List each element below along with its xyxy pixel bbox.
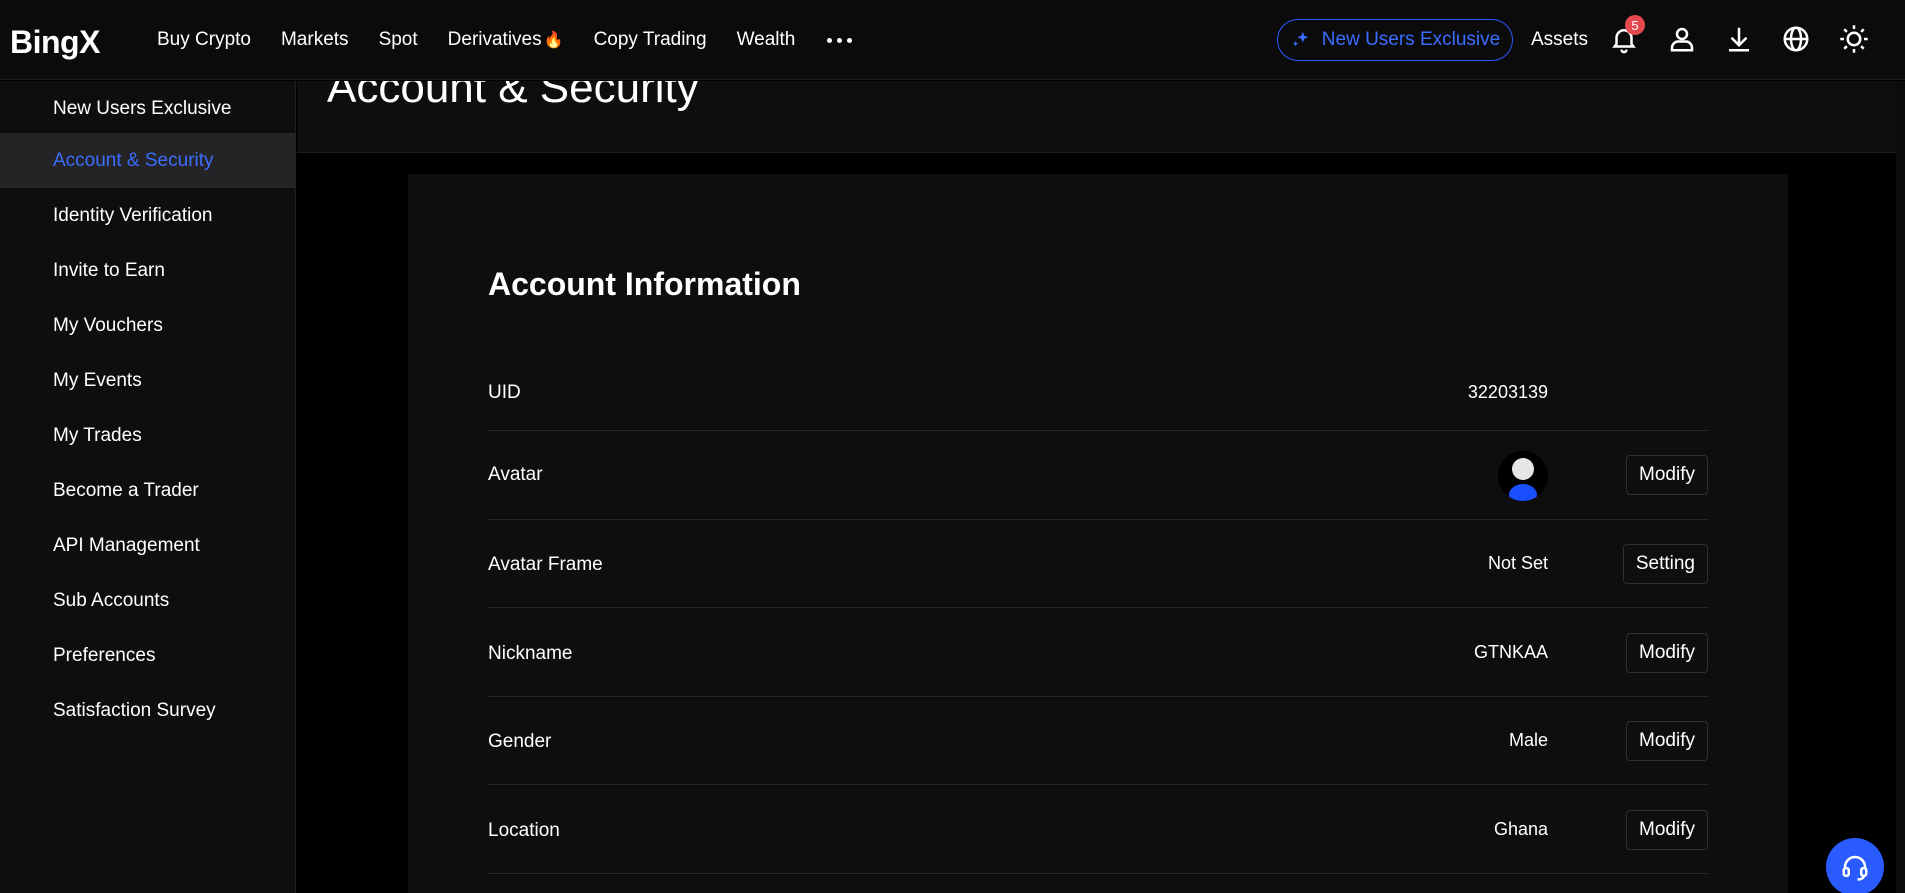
new-users-exclusive-label: New Users Exclusive — [1321, 29, 1501, 50]
nickname-modify-button[interactable]: Modify — [1626, 633, 1708, 673]
avatar-label: Avatar — [488, 464, 543, 485]
sidebar-item-my-trades[interactable]: My Trades — [0, 408, 296, 463]
user-icon[interactable] — [1667, 24, 1697, 54]
new-users-exclusive-button[interactable]: New Users Exclusive — [1277, 19, 1513, 61]
nickname-value: GTNKAA — [1473, 642, 1548, 662]
account-information-title: Account Information — [488, 266, 801, 302]
account-row-uid: UID 32203139 — [488, 350, 1708, 431]
gender-value: Male — [1508, 730, 1548, 750]
main-nav: Buy Crypto Markets Spot Derivatives 🔥 Cop… — [157, 0, 853, 80]
sidebar-item-satisfaction-survey[interactable]: Satisfaction Survey — [0, 683, 296, 738]
gender-label: Gender — [488, 731, 552, 752]
default-avatar-icon — [1498, 451, 1548, 501]
location-modify-button[interactable]: Modify — [1626, 810, 1708, 850]
avatar-frame-value: Not Set — [1487, 553, 1548, 573]
account-row-avatar-frame: Avatar Frame Not Set Setting — [488, 520, 1708, 608]
customer-support-button[interactable] — [1826, 838, 1884, 893]
theme-toggle-sun-icon[interactable] — [1839, 24, 1869, 54]
sidebar-item-new-users-exclusive[interactable]: New Users Exclusive — [0, 81, 296, 136]
uid-label: UID — [488, 382, 521, 403]
account-sidebar: New Users Exclusive Account & Security I… — [0, 81, 296, 893]
more-menu-icon[interactable] — [827, 37, 853, 43]
globe-icon[interactable] — [1781, 24, 1811, 54]
sidebar-item-api-management[interactable]: API Management — [0, 518, 296, 573]
page-scrollbar[interactable] — [1896, 81, 1905, 893]
nav-markets[interactable]: Markets — [281, 29, 349, 51]
account-row-location: Location Ghana Modify — [488, 785, 1708, 874]
account-row-avatar: Avatar Modify — [488, 431, 1708, 520]
uid-value: 32203139 — [1467, 382, 1548, 402]
location-value: Ghana — [1493, 819, 1548, 839]
flame-icon: 🔥 — [543, 32, 564, 49]
nickname-label: Nickname — [488, 643, 573, 664]
avatar — [1498, 451, 1548, 501]
bingx-logo[interactable]: BingX — [10, 24, 100, 61]
account-row-gender: Gender Male Modify — [488, 697, 1708, 785]
nav-derivatives-label: Derivatives — [447, 29, 542, 50]
nav-spot[interactable]: Spot — [379, 29, 418, 51]
sidebar-item-become-a-trader[interactable]: Become a Trader — [0, 463, 296, 518]
gender-modify-button[interactable]: Modify — [1626, 721, 1708, 761]
download-icon[interactable] — [1724, 24, 1754, 54]
location-label: Location — [488, 820, 560, 841]
nav-derivatives[interactable]: Derivatives 🔥 — [448, 29, 564, 51]
sidebar-item-identity-verification[interactable]: Identity Verification — [0, 188, 296, 243]
sidebar-item-my-vouchers[interactable]: My Vouchers — [0, 298, 296, 353]
assets-link[interactable]: Assets — [1531, 29, 1588, 51]
top-navigation-bar: BingX Buy Crypto Markets Spot Derivative… — [0, 0, 1905, 80]
avatar-modify-button[interactable]: Modify — [1626, 455, 1708, 495]
account-row-nickname: Nickname GTNKAA Modify — [488, 608, 1708, 697]
sidebar-item-sub-accounts[interactable]: Sub Accounts — [0, 573, 296, 628]
nav-buy-crypto[interactable]: Buy Crypto — [157, 29, 251, 51]
page-header: Account & Security — [297, 81, 1896, 153]
nav-copy-trading[interactable]: Copy Trading — [594, 29, 707, 51]
sidebar-item-invite-to-earn[interactable]: Invite to Earn — [0, 243, 296, 298]
sidebar-item-account-security[interactable]: Account & Security — [0, 133, 296, 188]
notification-count-badge: 5 — [1625, 15, 1645, 35]
avatar-frame-label: Avatar Frame — [488, 554, 603, 575]
page-title: Account & Security — [327, 81, 699, 112]
headset-icon — [1842, 855, 1868, 881]
sidebar-item-my-events[interactable]: My Events — [0, 353, 296, 408]
sparkle-icon — [1292, 31, 1309, 47]
nav-wealth[interactable]: Wealth — [737, 29, 796, 51]
account-information-card: Account Information UID 32203139 Avatar … — [408, 174, 1788, 893]
sidebar-item-preferences[interactable]: Preferences — [0, 628, 296, 683]
avatar-frame-setting-button[interactable]: Setting — [1622, 544, 1708, 584]
